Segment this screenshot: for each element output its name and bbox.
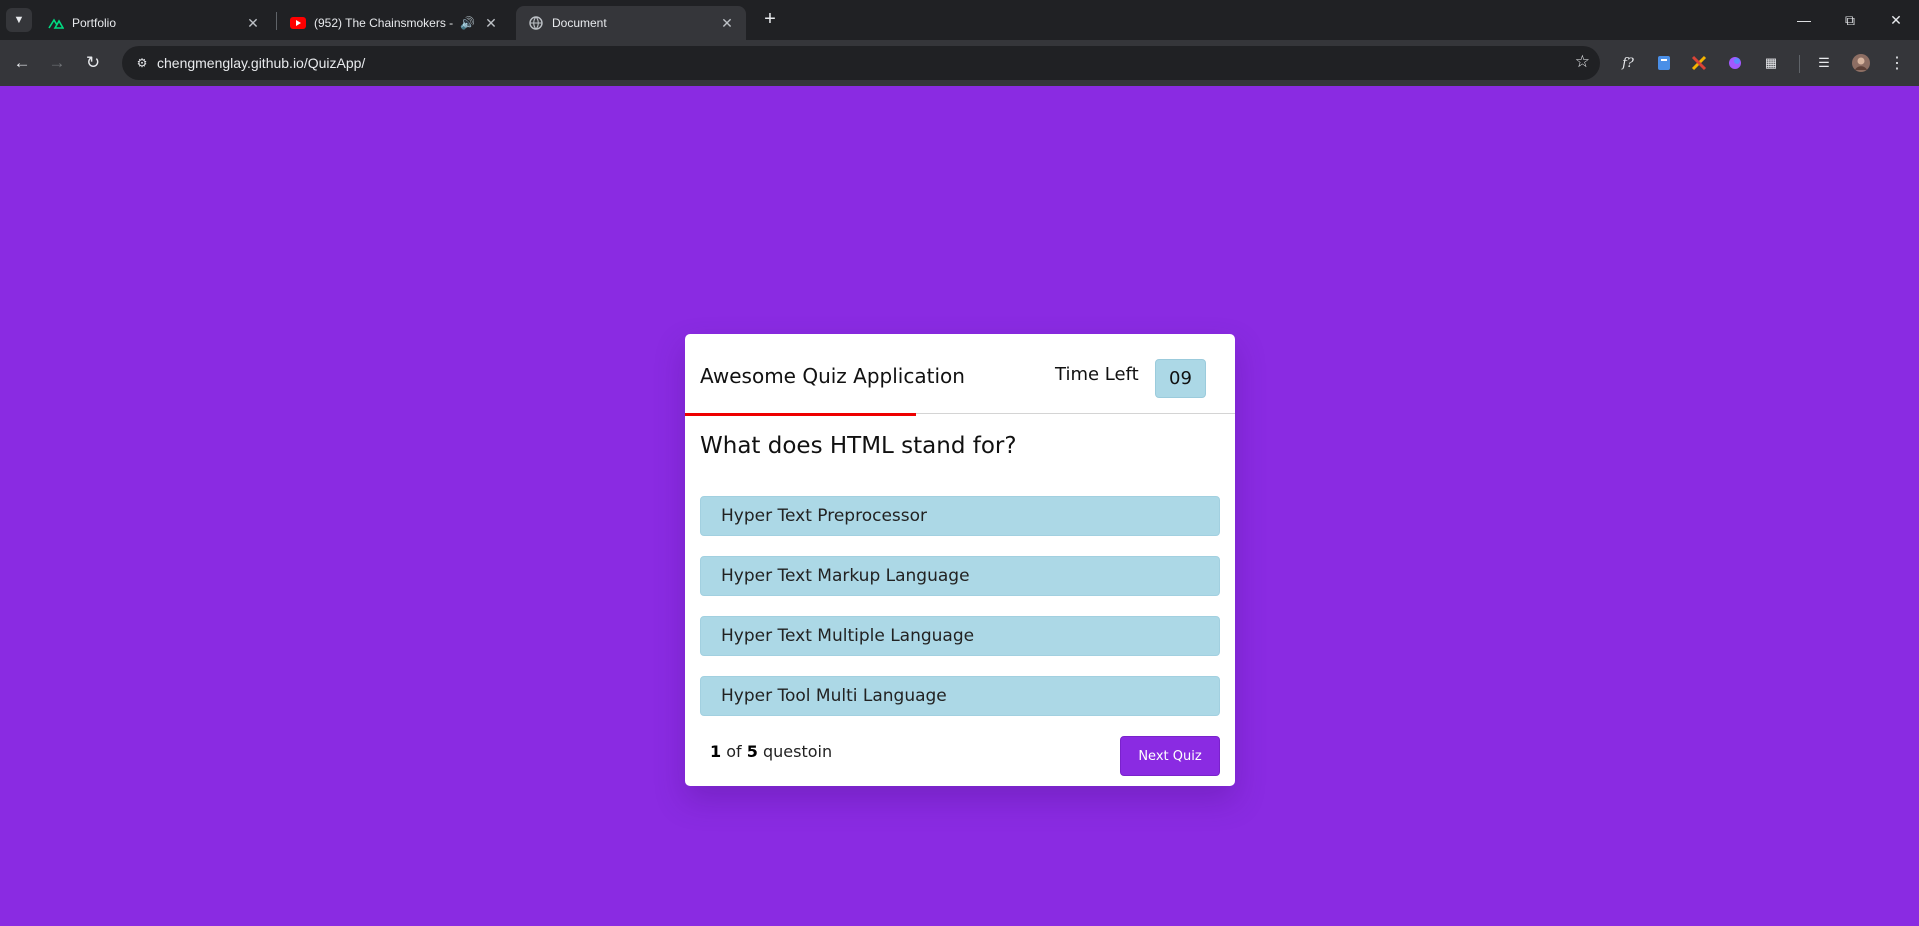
minimize-icon[interactable]: — (1781, 0, 1827, 40)
site-settings-icon[interactable]: ⚙ (132, 53, 152, 73)
counter-of-text: of (726, 742, 742, 761)
page-background: Awesome Quiz Application Time Left 09 Wh… (0, 86, 1919, 926)
color-picker-extension-icon[interactable] (1689, 53, 1709, 73)
formula-extension-icon[interactable]: f? (1618, 53, 1638, 73)
document-extension-icon[interactable] (1654, 53, 1674, 73)
total-question-number: 5 (746, 742, 758, 761)
tab-title: (952) The Chainsmokers - C (314, 16, 456, 30)
browser-toolbar: ← → ↻ ⚙ chengmenglay.github.io/QuizApp/ … (0, 40, 1919, 86)
reload-icon[interactable]: ↻ (79, 49, 107, 77)
tab-portfolio[interactable]: Portfolio ✕ (36, 6, 272, 40)
quiz-footer: 1 of 5 questoin Next Quiz (685, 726, 1235, 786)
media-controls-icon[interactable]: ☰ (1814, 53, 1834, 73)
next-quiz-button[interactable]: Next Quiz (1120, 736, 1220, 776)
tab-document[interactable]: Document ✕ (516, 6, 746, 40)
restore-icon[interactable]: ⧉ (1827, 0, 1873, 40)
gradient-extension-icon[interactable] (1725, 53, 1745, 73)
toolbar-divider (1799, 55, 1800, 73)
option-list: Hyper Text Preprocessor Hyper Text Marku… (700, 496, 1220, 736)
kebab-menu-icon[interactable]: ⋮ (1887, 53, 1907, 73)
chevron-down-icon: ▼ (13, 14, 25, 26)
option-2[interactable]: Hyper Text Markup Language (700, 556, 1220, 596)
tab-search-button[interactable]: ▼ (6, 8, 32, 32)
option-3[interactable]: Hyper Text Multiple Language (700, 616, 1220, 656)
window-close-icon[interactable]: ✕ (1873, 0, 1919, 40)
option-1[interactable]: Hyper Text Preprocessor (700, 496, 1220, 536)
option-4[interactable]: Hyper Tool Multi Language (700, 676, 1220, 716)
globe-icon (528, 15, 544, 31)
current-question-number: 1 (710, 742, 722, 761)
nuxt-logo-icon (48, 15, 64, 31)
question-counter: 1 of 5 questoin (710, 742, 832, 761)
tab-divider (276, 12, 277, 30)
timer-seconds: 09 (1155, 359, 1206, 398)
quiz-header: Awesome Quiz Application Time Left 09 (685, 334, 1235, 416)
url-text[interactable]: chengmenglay.github.io/QuizApp/ (157, 55, 365, 71)
close-icon[interactable]: ✕ (718, 15, 736, 32)
address-bar[interactable]: ⚙ chengmenglay.github.io/QuizApp/ ☆ (122, 46, 1600, 80)
browser-tab-bar: ▼ Portfolio ✕ (952) The Chainsmokers - C… (0, 0, 1919, 40)
question-text: What does HTML stand for? (700, 433, 1017, 459)
back-arrow-icon[interactable]: ← (8, 49, 36, 77)
quiz-title: Awesome Quiz Application (700, 364, 965, 388)
bookmark-star-icon[interactable]: ☆ (1575, 52, 1590, 72)
close-icon[interactable]: ✕ (482, 15, 500, 32)
forward-arrow-icon[interactable]: → (43, 49, 71, 77)
tab-title: Portfolio (72, 16, 117, 30)
quiz-box: Awesome Quiz Application Time Left 09 Wh… (685, 334, 1235, 786)
counter-suffix-text: questoin (762, 742, 833, 761)
timer-label: Time Left (1055, 364, 1139, 385)
puzzle-extensions-icon[interactable]: ▦ (1761, 53, 1781, 73)
youtube-icon (290, 15, 306, 31)
new-tab-plus-icon[interactable]: + (758, 8, 782, 32)
tab-youtube[interactable]: (952) The Chainsmokers - C 🔊 ✕ (278, 6, 510, 40)
tab-title: Document (552, 16, 607, 30)
close-icon[interactable]: ✕ (244, 15, 262, 32)
time-progress-line (685, 413, 916, 416)
speaker-icon[interactable]: 🔊 (460, 16, 476, 30)
profile-avatar[interactable] (1851, 53, 1871, 73)
